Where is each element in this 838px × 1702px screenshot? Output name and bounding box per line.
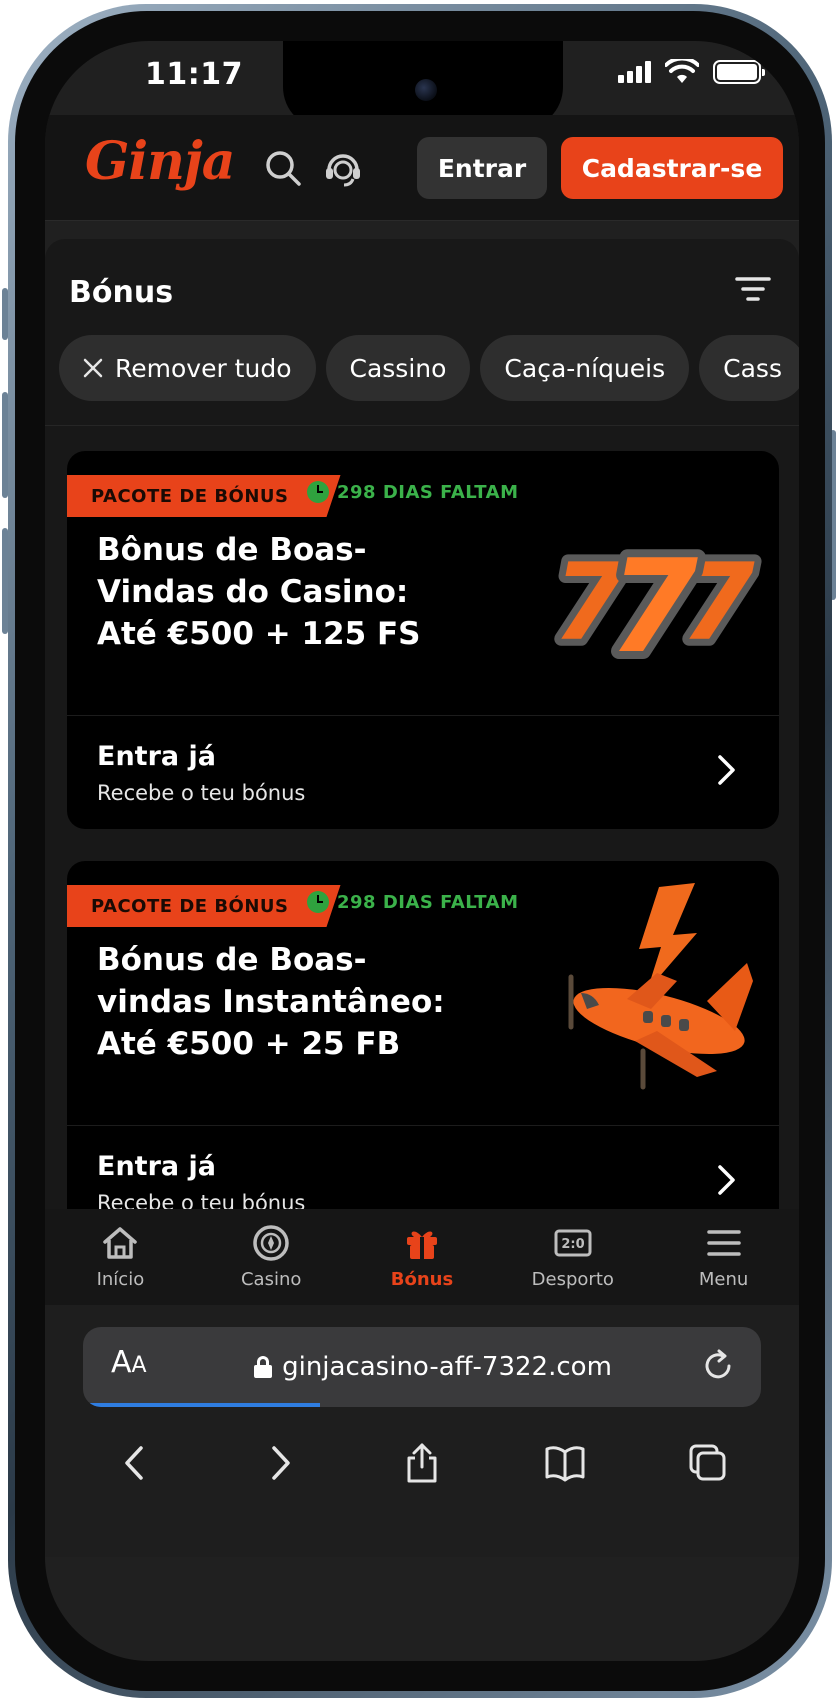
- forward-icon[interactable]: [258, 1442, 300, 1484]
- home-icon: [103, 1227, 138, 1259]
- close-icon: [83, 358, 103, 378]
- cta-title: Entra já: [97, 1151, 216, 1182]
- nav-label: Casino: [240, 1269, 302, 1290]
- divider: [45, 425, 799, 426]
- url-text: ginjacasino-aff-7322.com: [282, 1352, 612, 1382]
- cellular-signal-icon: [618, 61, 651, 83]
- address-bar[interactable]: AA ginjacasino-aff-7322.com: [83, 1327, 761, 1407]
- clock-icon: [307, 891, 329, 913]
- bonus-card[interactable]: PACOTE DE BÓNUS 298 DIAS FALTAM Bônus de…: [67, 451, 779, 829]
- bonus-title: Bônus de Boas-Vindas do Casino: Até €500…: [97, 532, 421, 652]
- search-icon[interactable]: [263, 148, 303, 188]
- days-left-label: 298 DIAS FALTAM: [337, 481, 519, 503]
- bonus-badge: PACOTE DE BÓNUS: [67, 885, 341, 927]
- slot-777-icon: 7 7 7 7 7 7: [547, 525, 762, 671]
- filter-chips: Remover tudo Cassino Caça-níqueis Cass: [59, 335, 799, 401]
- chevron-right-icon[interactable]: [715, 753, 739, 787]
- nav-label: Desporto: [531, 1269, 614, 1290]
- page-load-progress: [83, 1403, 321, 1407]
- cta-title: Entra já: [97, 741, 216, 772]
- status-time: 11:17: [145, 57, 243, 92]
- tabs-icon[interactable]: [687, 1442, 729, 1484]
- chip-caca-niqueis[interactable]: Caça-níqueis: [480, 335, 690, 401]
- nav-item-casino[interactable]: Casino: [196, 1209, 347, 1307]
- chevron-right-icon[interactable]: [715, 1163, 739, 1197]
- status-icons: [618, 59, 765, 85]
- bonus-title: Bónus de Boas-vindas Instantâneo: Até €5…: [97, 942, 445, 1062]
- phone-screen: 11:17 Ginja Entrar Cadastrar-se Bónus Re…: [45, 41, 799, 1661]
- back-icon[interactable]: [115, 1442, 157, 1484]
- battery-icon: [713, 60, 765, 84]
- nav-label: Bónus: [390, 1269, 454, 1290]
- signup-button[interactable]: Cadastrar-se: [561, 137, 783, 199]
- bonus-panel: Bónus Remover tudo Cassino Caça-níqueis …: [45, 239, 799, 1263]
- bookmarks-icon[interactable]: [544, 1442, 586, 1484]
- nav-item-bonus[interactable]: Bónus: [347, 1209, 498, 1307]
- login-button[interactable]: Entrar: [417, 137, 547, 199]
- support-headset-icon[interactable]: [323, 148, 363, 188]
- site-header: Ginja Entrar Cadastrar-se: [45, 115, 799, 221]
- svg-text:2:0: 2:0: [561, 1237, 584, 1252]
- card-divider: [67, 1125, 779, 1126]
- nav-item-desporto[interactable]: 2:0 Desporto: [497, 1209, 648, 1307]
- filter-icon[interactable]: [733, 273, 773, 309]
- wifi-icon: [665, 59, 699, 83]
- front-camera: [415, 79, 437, 101]
- reload-icon[interactable]: [699, 1347, 737, 1385]
- airplane-lightning-icon: [568, 883, 753, 1090]
- nav-item-menu[interactable]: Menu: [648, 1209, 799, 1307]
- gift-icon: [406, 1231, 437, 1259]
- url-display[interactable]: ginjacasino-aff-7322.com: [223, 1327, 643, 1407]
- chip-label: Caça-níqueis: [504, 353, 666, 383]
- scoreboard-icon: 2:0: [554, 1229, 592, 1257]
- chip-remove-all[interactable]: Remover tudo: [59, 335, 316, 401]
- cta-subtitle: Recebe o teu bónus: [97, 781, 306, 805]
- days-left: 298 DIAS FALTAM: [307, 891, 519, 913]
- casino-chip-icon: [253, 1225, 289, 1261]
- page-title: Bónus: [69, 275, 174, 310]
- bonus-badge: PACOTE DE BÓNUS: [67, 475, 341, 517]
- chip-label: Cassino: [349, 353, 447, 383]
- chip-label: Remover tudo: [115, 353, 292, 383]
- bottom-navigation: Início Casino Bónus 2:0 Desporto Menu: [45, 1209, 799, 1307]
- status-bar: 11:17: [45, 41, 799, 129]
- svg-text:7: 7: [609, 533, 698, 671]
- nav-label: Início: [96, 1269, 145, 1290]
- nav-item-inicio[interactable]: Início: [45, 1209, 196, 1307]
- lock-icon: [254, 1356, 273, 1378]
- clock-icon: [307, 481, 329, 503]
- text-size-button[interactable]: AA: [111, 1345, 147, 1380]
- bonus-card[interactable]: PACOTE DE BÓNUS 298 DIAS FALTAM Bónus de…: [67, 861, 779, 1239]
- days-left-label: 298 DIAS FALTAM: [337, 891, 519, 913]
- hamburger-icon: [706, 1230, 741, 1256]
- days-left: 298 DIAS FALTAM: [307, 481, 519, 503]
- nav-label: Menu: [698, 1269, 749, 1290]
- chip-label: Cass: [723, 353, 782, 383]
- chip-cassino[interactable]: Cassino: [325, 335, 471, 401]
- browser-tools: [45, 1433, 799, 1493]
- card-divider: [67, 715, 779, 716]
- browser-toolbar: AA ginjacasino-aff-7322.com: [45, 1305, 799, 1557]
- share-icon[interactable]: [401, 1442, 443, 1484]
- ginja-logo[interactable]: Ginja: [85, 131, 235, 192]
- chip-cass[interactable]: Cass: [699, 335, 799, 401]
